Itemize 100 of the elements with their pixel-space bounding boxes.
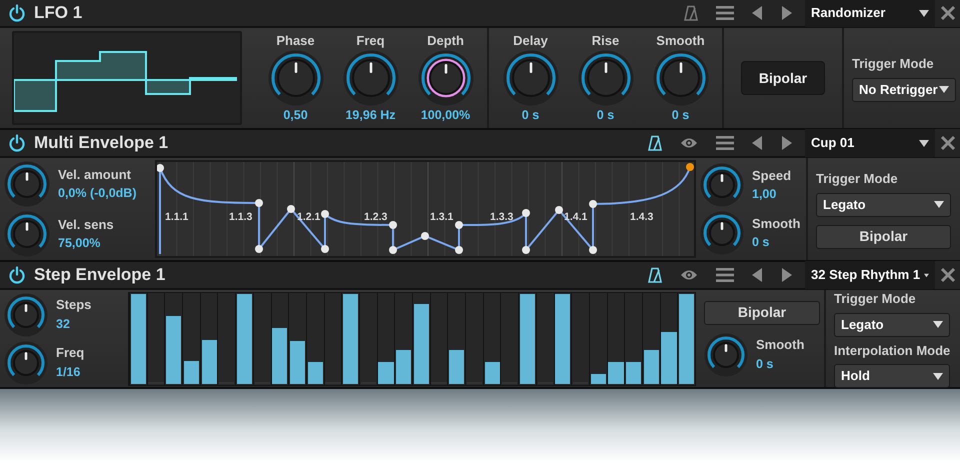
close-icon[interactable] [935,129,960,157]
envelope-node[interactable] [287,205,295,213]
knob[interactable] [578,50,634,106]
step-bar[interactable] [414,304,429,384]
envelope-graph[interactable]: 1.1.1 1.1.3 1.2.1 1.2.3 1.3.1 1.3.3 1.4.1 1.4.3 [155,160,696,258]
step-bar[interactable] [555,294,570,384]
module-title: Multi Envelope 1 [34,132,168,154]
knob-label: Steps [56,296,92,314]
knob-value: 1,00 [752,186,778,204]
step-bar[interactable] [308,362,323,384]
envelope-node[interactable] [522,209,530,217]
knob-value: 0 s [756,356,774,373]
knob-label: Smooth [656,32,705,50]
envelope-node[interactable] [321,210,329,218]
knob-label: Freq [56,344,84,362]
envelope-node[interactable] [686,163,694,171]
knob-label: Phase [276,32,315,50]
module-title: LFO 1 [34,2,82,24]
step-editor[interactable] [128,292,696,386]
step-bar[interactable] [130,294,146,384]
step-bar[interactable] [449,350,464,384]
step-bar[interactable] [590,374,606,384]
power-icon[interactable] [8,266,26,284]
bipolar-button[interactable]: Bipolar [816,224,951,249]
caret-icon [919,140,929,146]
bipolar-button[interactable]: Bipolar [741,61,825,95]
caret-icon [934,201,944,208]
segment-label: 1.4.1 [564,211,588,223]
step-bar[interactable] [679,294,694,384]
knob-value: 0 s [672,107,690,124]
mode-dropdown[interactable]: Legato [834,312,950,336]
step-bar[interactable] [378,362,394,384]
module-title: Step Envelope 1 [34,264,166,286]
knob-label: Rise [592,32,620,50]
envelope-node[interactable] [157,164,164,172]
caret-icon [933,321,943,328]
envelope-node[interactable] [421,232,429,240]
knob-label: Vel. amount [58,166,132,184]
step-bar[interactable] [608,362,624,384]
preset-dropdown[interactable]: 32 Step Rhythm 1 [805,261,935,289]
envelope-node[interactable] [522,246,530,254]
knob[interactable] [342,50,398,106]
envelope-node[interactable] [589,246,597,254]
knob-label: Speed [752,166,792,185]
knob[interactable] [4,161,50,207]
power-icon[interactable] [8,134,26,152]
step-bar[interactable] [644,350,659,384]
knob[interactable] [700,211,744,255]
step-bar[interactable] [166,316,182,384]
envelope-node[interactable] [389,221,397,229]
knob[interactable] [652,50,708,106]
close-icon[interactable] [935,261,960,289]
knob-label: Smooth [756,336,804,354]
dropdown-label: Trigger Mode [834,290,917,308]
caret-icon [939,86,949,94]
knob[interactable] [700,163,744,207]
knob-value: 75,00% [58,235,102,252]
step-bar[interactable] [520,294,536,384]
knob[interactable] [4,340,48,384]
step-bar[interactable] [202,340,217,384]
step-bar[interactable] [484,362,500,384]
knob[interactable] [704,332,748,376]
envelope-node[interactable] [455,221,463,229]
step-bar[interactable] [184,361,199,384]
mode-dropdown[interactable]: Hold [834,364,950,388]
envelope-node[interactable] [321,245,329,253]
step-bar[interactable] [236,294,252,384]
knob-value: 100,00% [420,107,470,124]
envelope-node[interactable] [455,246,463,254]
envelope-node[interactable] [389,246,397,254]
segment-label: 1.1.3 [229,211,252,223]
envelope-node[interactable] [589,200,597,208]
envelope-node[interactable] [555,206,563,214]
knob-value: 0 s [596,107,614,124]
knob[interactable] [502,50,558,106]
segment-label: 1.3.3 [490,211,514,223]
step-bar[interactable] [290,341,306,384]
preset-dropdown[interactable]: Cup 01 [805,129,935,157]
step-bar[interactable] [272,328,288,384]
segment-label: 1.4.3 [630,211,654,223]
knob[interactable] [418,50,474,106]
power-icon[interactable] [8,4,26,22]
bipolar-button[interactable]: Bipolar [704,300,820,324]
knob-value: 0 s [752,234,770,252]
step-bar[interactable] [396,350,412,384]
step-bar[interactable] [343,294,358,384]
envelope-node[interactable] [255,245,263,253]
knob-value: 0,0% (-0,0dB) [58,185,136,202]
segment-label: 1.1.1 [165,211,188,223]
envelope-node[interactable] [255,199,263,207]
caret-icon [924,272,929,278]
knob[interactable] [4,211,50,257]
knob[interactable] [268,50,324,106]
preset-dropdown[interactable]: Randomizer [805,0,935,27]
mode-dropdown[interactable]: Legato [816,192,951,217]
knob[interactable] [4,292,48,336]
step-bar[interactable] [626,362,642,384]
mode-dropdown[interactable]: No Retrigger [852,78,956,102]
dropdown-label: Trigger Mode [816,170,899,188]
knob-label: Vel. sens [58,216,114,234]
